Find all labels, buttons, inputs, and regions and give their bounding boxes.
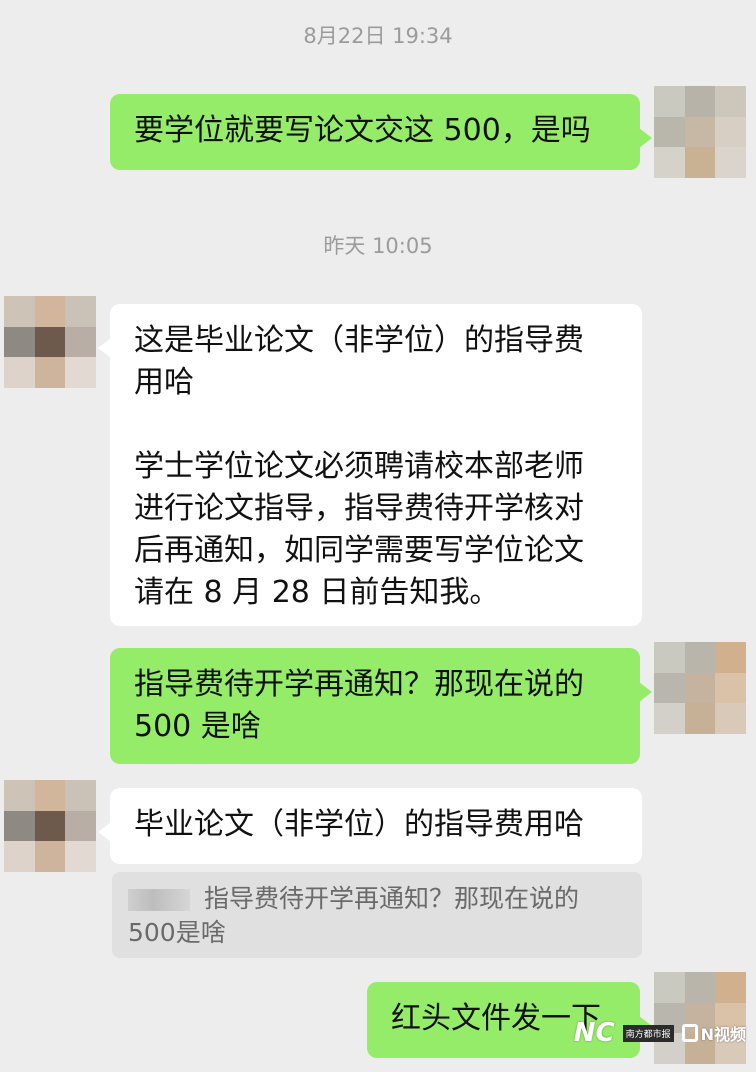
my-avatar[interactable] [654,86,746,178]
quoted-message[interactable]: 指导费待开学再通知？那现在说的 500是啥 [112,872,642,958]
timestamp: 昨天 10:05 [323,234,433,258]
n-video-logo: N视频 [681,1021,746,1045]
contact-avatar[interactable] [4,780,96,872]
n-video-icon [681,1024,698,1042]
watermark: NC 南方都市报 N视频 [574,1018,746,1048]
quoted-sender-name-blurred [128,889,190,911]
nc-logo: NC [573,1018,615,1048]
n-video-label: N视频 [700,1025,746,1044]
sent-message-bubble[interactable]: 指导费待开学再通知？那现在说的 500 是啥 [110,648,652,764]
timestamp: 8月22日 19:34 [303,24,453,48]
my-avatar[interactable] [654,642,746,734]
sent-message-bubble[interactable]: 要学位就要写论文交这 500，是吗 [110,94,652,170]
newspaper-logo-box: 南方都市报 [622,1024,674,1042]
quoted-message-text: 指导费待开学再通知？那现在说的 500是啥 [128,884,580,947]
received-message-bubble[interactable]: 毕业论文（非学位）的指导费用哈 [98,788,642,864]
contact-avatar[interactable] [4,296,96,388]
received-message-bubble[interactable]: 这是毕业论文（非学位）的指导费 用哈 学士学位论文必须聘请校本部老师 进行论文指… [98,304,642,626]
